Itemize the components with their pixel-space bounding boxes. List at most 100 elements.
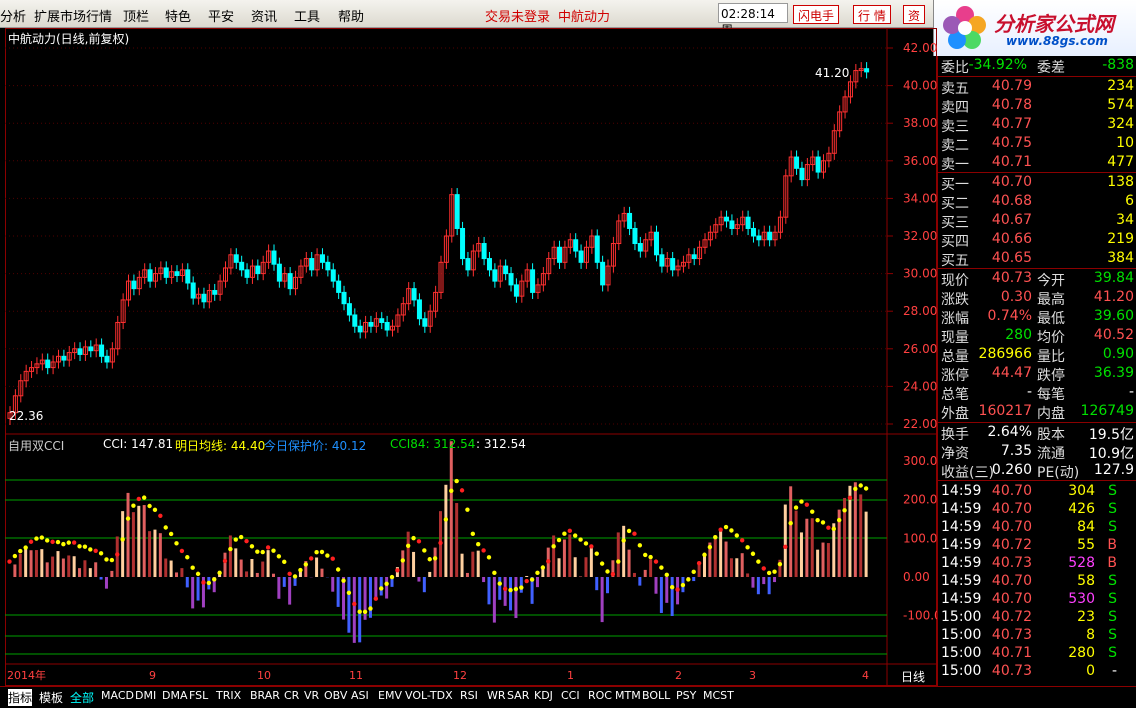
cci84-bar	[88, 568, 92, 577]
indicator-tab[interactable]: TRIX	[216, 689, 241, 702]
menu-news[interactable]: 资讯	[251, 6, 277, 25]
cci84-bar	[40, 549, 44, 577]
cci84-bar	[573, 557, 577, 577]
cci84-bar	[509, 577, 513, 611]
candle-body	[815, 156, 821, 173]
indicator-tab[interactable]: OBV	[324, 689, 347, 702]
chart-canvas[interactable]: 42.0040.0038.0036.0034.0032.0030.0028.00…	[5, 28, 937, 686]
cci-point	[637, 543, 643, 548]
cci-point	[190, 565, 195, 570]
tick-volume: 8	[1086, 627, 1095, 643]
cci84-bar	[562, 539, 566, 577]
indicator-tab[interactable]: ASI	[351, 689, 369, 702]
high-price-label: 41.20	[815, 66, 849, 80]
menu-analysis[interactable]: 分析	[0, 6, 26, 25]
cci84-bar	[535, 577, 539, 588]
menu-pingan[interactable]: 平安	[208, 6, 234, 25]
cci-point	[459, 488, 465, 493]
stat-row: 涨幅 0.74% 最低 39.60	[938, 307, 1136, 327]
cci-point	[465, 507, 470, 512]
menu-topbar[interactable]: 顶栏	[123, 6, 149, 25]
indicator-tab[interactable]: DMI	[135, 689, 156, 702]
cci84-bar	[740, 553, 744, 577]
indicator-tab[interactable]: 全部	[70, 689, 94, 706]
indicator-tab[interactable]: VR	[304, 689, 319, 702]
buy-price: 40.66	[991, 231, 1032, 247]
stat-value: 44.47	[991, 365, 1032, 381]
tick-side: S	[1108, 501, 1117, 517]
cci-point	[788, 520, 793, 526]
quote-button[interactable]: 行 情	[853, 5, 891, 24]
cci-point	[71, 540, 77, 545]
menu-features[interactable]: 特色	[165, 6, 191, 25]
date-axis-label: 2	[675, 669, 682, 682]
stat-row: 现量 280 均价 40.52	[938, 326, 1136, 346]
finance-value: 7.35	[1000, 443, 1032, 459]
indicator-tab[interactable]: 模板	[39, 689, 63, 706]
cci-tick-label: 200.0	[903, 493, 937, 507]
indicator-tab[interactable]: BOLL	[642, 689, 670, 702]
cci-point	[158, 513, 163, 519]
cci-point	[427, 557, 432, 562]
sell-level: 卖二	[941, 138, 969, 154]
cci84-bar	[487, 577, 491, 605]
indicator-tab[interactable]: DMA	[162, 689, 188, 702]
finance-label: 收益(三)	[941, 465, 994, 481]
cci84-bar	[444, 484, 448, 577]
stat-label: 最低	[1037, 311, 1065, 327]
tick-volume: 55	[1077, 537, 1095, 553]
tick-side: B	[1107, 537, 1117, 553]
cci84-value: CCI84: 312.54	[390, 437, 476, 451]
cci84-bar	[627, 549, 631, 577]
indicator-tab[interactable]: WR	[487, 689, 506, 702]
buy-level: 买四	[941, 234, 969, 250]
cci-point	[707, 544, 713, 550]
cci-point	[810, 509, 815, 514]
menu-extended-market[interactable]: 扩展市场行情	[34, 6, 112, 25]
indicator-tab[interactable]: MTM	[615, 689, 641, 702]
indicator-tab[interactable]: RSI	[460, 689, 478, 702]
sell-level: 卖三	[941, 119, 969, 135]
candle-body	[190, 282, 196, 299]
candle-body	[325, 261, 331, 271]
indicator-tab[interactable]: MACD	[101, 689, 134, 702]
buy-row: 买二 40.68 6	[938, 192, 1136, 212]
indicator-tab[interactable]: VOL-TDX	[405, 689, 453, 702]
indicator-tab[interactable]: 指标	[8, 689, 33, 706]
indicator-tab[interactable]: SAR	[507, 689, 529, 702]
indicator-tab[interactable]: KDJ	[534, 689, 553, 702]
cci84-bar	[654, 577, 658, 594]
candle-body	[368, 321, 374, 327]
cci84-bar	[255, 572, 259, 577]
cci-point	[206, 580, 212, 586]
finance-value: 2.64%	[987, 424, 1032, 440]
stat-label: 最高	[1037, 292, 1065, 308]
indicator-name: 自用双CCI	[8, 439, 65, 453]
cci-point	[470, 531, 476, 537]
indicator-tab[interactable]: MCST	[703, 689, 734, 702]
stat-label: 涨幅	[941, 311, 969, 327]
trade-tick-row: 14:59 40.70 530 S	[938, 590, 1136, 609]
info-button[interactable]: 资	[903, 5, 926, 24]
indicator-tab[interactable]: PSY	[676, 689, 696, 702]
indicator-tab[interactable]: CR	[284, 689, 299, 702]
menu-help[interactable]: 帮助	[338, 6, 364, 25]
menu-tools[interactable]: 工具	[294, 6, 320, 25]
indicator-tab[interactable]: EMV	[378, 689, 402, 702]
cci-point	[740, 538, 745, 543]
indicator-tab[interactable]: CCI	[561, 689, 580, 702]
indicator-tab[interactable]: FSL	[189, 689, 208, 702]
indicator-tab[interactable]: BRAR	[250, 689, 280, 702]
flash-trade-button[interactable]: 闪电手	[793, 5, 840, 24]
indicator-tab[interactable]: ROC	[588, 689, 612, 702]
cci84-bar	[622, 525, 626, 577]
cci-point	[836, 517, 842, 523]
stat-label: 涨跌	[941, 292, 969, 308]
finance-label: PE(动)	[1037, 465, 1080, 481]
tick-time: 14:59	[941, 501, 982, 517]
weibi-value: -34.92%	[968, 57, 1027, 73]
cci-point	[265, 545, 271, 550]
logo-text: 分析家公式网	[994, 12, 1114, 36]
cci84-bar	[616, 532, 620, 577]
sell-volume: 234	[1107, 78, 1134, 94]
